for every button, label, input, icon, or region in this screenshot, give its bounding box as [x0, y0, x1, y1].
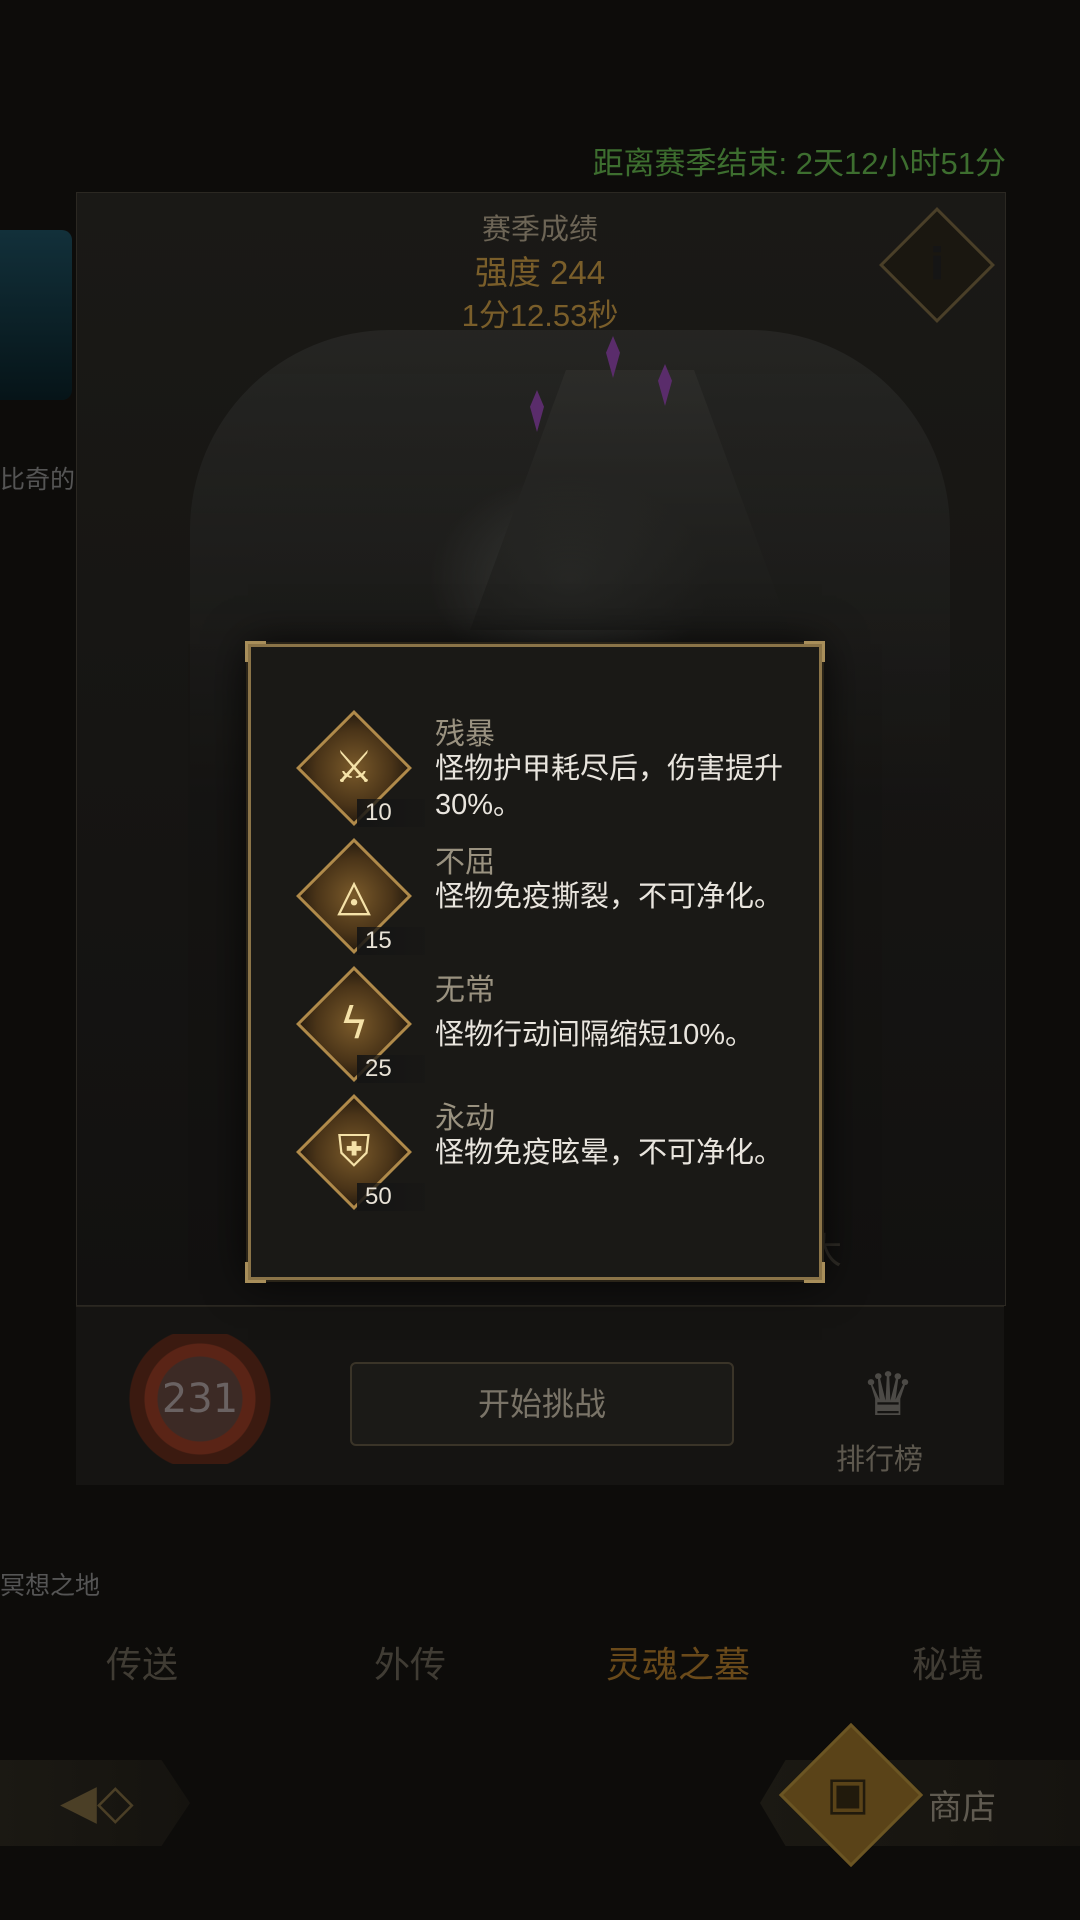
popup-corner: [245, 641, 266, 662]
tab-teleport[interactable]: 传送: [106, 1636, 178, 1688]
affix-level: 50: [357, 1183, 425, 1211]
affix-row: ⚔ 10 残暴 怪物护甲耗尽后，伤害提升30%。: [251, 707, 819, 835]
shield-swirl-icon: ⛨: [337, 1126, 371, 1177]
player-level-badge: 231: [124, 1334, 276, 1464]
tab-side-story[interactable]: 外传: [374, 1636, 446, 1688]
info-icon: i: [929, 239, 945, 290]
back-arrow-icon: ◀◇: [60, 1774, 134, 1830]
affix-description: 怪物护甲耗尽后，伤害提升30%。: [435, 753, 784, 821]
treasure-chest-icon: ▣: [826, 1766, 870, 1820]
affix-row: ◬ 15 不屈 怪物免疫撕裂，不可净化。: [251, 835, 819, 963]
mode-tabs: 传送 外传 灵魂之墓 秘境: [0, 1636, 1080, 1696]
popup-corner: [804, 1262, 825, 1283]
affix-detail-popup[interactable]: ⚔ 10 残暴 怪物护甲耗尽后，伤害提升30%。 ◬ 15 不屈 怪物免疫撕裂，…: [245, 641, 825, 1283]
affix-row: ⛨ 50 永动 怪物免疫眩晕，不可净化。: [251, 1091, 819, 1219]
affix-description: 怪物免疫眩晕，不可净化。: [435, 1137, 784, 1169]
affix-icon: ⚔ 10: [296, 710, 425, 827]
leaderboard-label[interactable]: 排行榜: [836, 1436, 923, 1478]
tab-secret-realm[interactable]: 秘境: [912, 1636, 984, 1688]
lightning-icon: ϟ: [339, 998, 369, 1049]
crown-icon[interactable]: ♛: [843, 1360, 933, 1430]
affix-description: 怪物免疫撕裂，不可净化。: [435, 881, 784, 913]
affix-level: 10: [357, 799, 425, 827]
popup-corner: [804, 641, 825, 662]
affix-level: 25: [357, 1055, 425, 1083]
tab-soul-tomb[interactable]: 灵魂之墓: [606, 1636, 750, 1688]
affix-icon: ϟ 25: [296, 966, 425, 1083]
affix-icon: ◬ 15: [296, 838, 425, 955]
flame-eye-icon: ◬: [337, 870, 371, 921]
affix-level: 15: [357, 927, 425, 955]
popup-corner: [245, 1262, 266, 1283]
affix-description: 怪物行动间隔缩短10%。: [435, 1019, 755, 1051]
affix-name: 永动: [435, 1102, 495, 1135]
back-button[interactable]: ◀◇: [0, 1760, 190, 1846]
affix-name: 不屈: [435, 846, 495, 879]
season-timer: 距离赛季结束: 2天12小时51分: [592, 146, 1006, 181]
shop-label[interactable]: 商店: [928, 1780, 996, 1829]
affix-name: 无常: [435, 974, 495, 1007]
player-level: 231: [161, 1376, 239, 1422]
start-challenge-button[interactable]: 开始挑战: [350, 1362, 734, 1446]
affix-row: ϟ 25 无常 怪物行动间隔缩短10%。: [251, 963, 819, 1091]
left-map-label-bottom: 冥想之地: [0, 1572, 101, 1600]
sword-icon: ⚔: [334, 742, 374, 793]
affix-name: 残暴: [435, 718, 495, 751]
affix-icon: ⛨ 50: [296, 1094, 425, 1211]
